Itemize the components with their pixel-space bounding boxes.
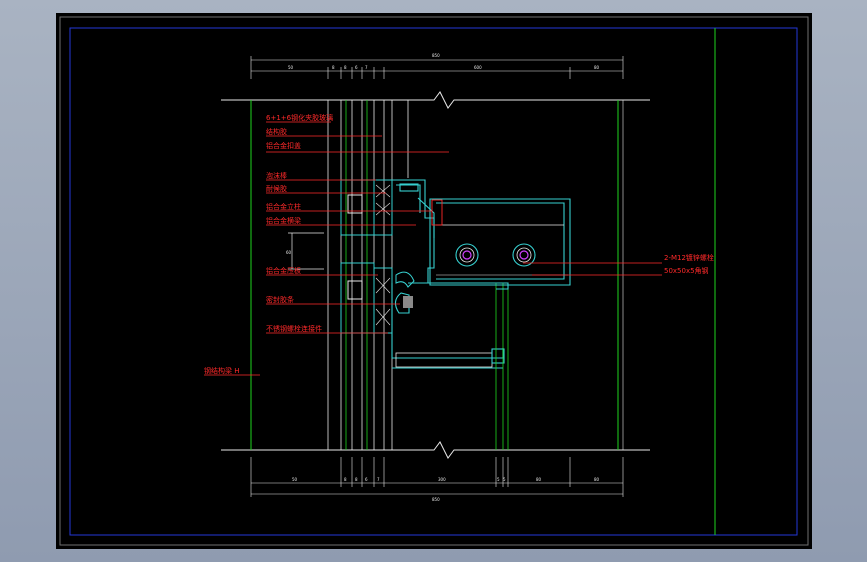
side-offset-value: 60 bbox=[286, 250, 292, 255]
break-line-bottom bbox=[221, 441, 650, 459]
bottom-total-dimension: 850 bbox=[432, 497, 440, 502]
right-annotations: 2-M12镀锌螺栓 50x50x5角钢 bbox=[664, 253, 714, 275]
annotation-gasket: 密封胶条 bbox=[266, 295, 294, 304]
bottom-segment-3: 8 bbox=[355, 477, 358, 482]
annotation-steel-beam: 钢结构梁 H bbox=[204, 366, 240, 375]
top-segment-6: 600 bbox=[474, 65, 482, 70]
side-offset-dimension bbox=[288, 232, 324, 270]
bottom-segment-4: 6 bbox=[365, 477, 368, 482]
curtain-wall-section-drawing: 60 850 50 8 8 6 7 600 80 50 8 8 6 7 300 … bbox=[59, 16, 809, 546]
annotation-weather-sealant: 耐候胶 bbox=[266, 184, 287, 193]
dimension-chain-bottom bbox=[250, 457, 624, 497]
bottom-segment-labels: 50 8 8 6 7 300 5 5 80 80 bbox=[292, 477, 600, 482]
top-total-dimension: 850 bbox=[432, 53, 440, 58]
annotation-glass: 6+1+6钢化夹胶玻璃 bbox=[266, 113, 333, 122]
annotation-transom: 铝合金横梁 bbox=[266, 216, 301, 225]
bottom-segment-6: 300 bbox=[438, 477, 446, 482]
leader-lines bbox=[204, 121, 662, 376]
annotation-angle-steel: 50x50x5角钢 bbox=[664, 266, 709, 275]
break-line-top bbox=[221, 91, 650, 109]
annotation-mullion: 铝合金立柱 bbox=[266, 202, 301, 211]
annotation-bolts: 2-M12镀锌螺栓 bbox=[664, 253, 714, 262]
top-segment-2: 8 bbox=[332, 65, 335, 70]
top-segment-5: 7 bbox=[365, 65, 368, 70]
annotation-stainless-connector: 不锈钢螺栓连接件 bbox=[266, 324, 322, 333]
bottom-segment-1: 50 bbox=[292, 477, 298, 482]
top-segment-3: 8 bbox=[344, 65, 347, 70]
bottom-segment-7: 5 bbox=[497, 477, 500, 482]
annotation-cover-cap: 铝合金扣盖 bbox=[266, 141, 301, 150]
cad-viewport[interactable]: 60 850 50 8 8 6 7 600 80 50 8 8 6 7 300 … bbox=[56, 13, 812, 549]
annotation-foam-rod: 泡沫棒 bbox=[266, 171, 287, 180]
top-segment-labels: 50 8 8 6 7 600 80 bbox=[288, 65, 600, 70]
bottom-segment-5: 7 bbox=[377, 477, 380, 482]
top-segment-4: 6 bbox=[355, 65, 358, 70]
bottom-segment-2: 8 bbox=[344, 477, 347, 482]
bottom-segment-10: 80 bbox=[594, 477, 600, 482]
dimension-chain-top bbox=[250, 56, 624, 79]
bottom-segment-8: 5 bbox=[503, 477, 506, 482]
top-segment-1: 50 bbox=[288, 65, 294, 70]
steel-beam-box bbox=[429, 198, 571, 286]
sheet-border bbox=[69, 27, 798, 536]
aluminium-profile bbox=[391, 179, 509, 450]
bottom-segment-9: 80 bbox=[536, 477, 542, 482]
annotation-pressure-plate: 铝合金压板 bbox=[266, 266, 301, 275]
top-segment-7: 80 bbox=[594, 65, 600, 70]
sheet-outer-frame bbox=[59, 16, 809, 546]
annotation-structural-sealant: 结构胶 bbox=[266, 127, 287, 136]
